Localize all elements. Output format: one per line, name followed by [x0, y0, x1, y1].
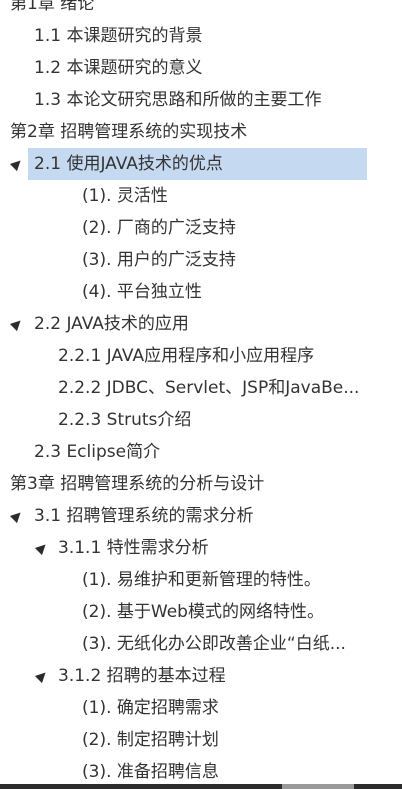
outline-item[interactable]: 2.2.3 Struts介绍 [0, 404, 402, 436]
outline-item[interactable]: 1.1 本课题研究的背景 [0, 20, 402, 52]
outline-item-label: 2.2.3 Struts介绍 [58, 410, 192, 430]
outline-item[interactable]: (3). 无纸化办公即改善企业“白纸... [0, 628, 402, 660]
outline-item-label: (1). 灵活性 [82, 186, 168, 206]
outline-item[interactable]: (2). 基于Web模式的网络特性。 [0, 596, 402, 628]
outline-item-label: 3.1.1 特性需求分析 [58, 538, 209, 558]
outline-item-label: (3). 用户的广泛支持 [82, 250, 236, 270]
outline-item-selected[interactable]: 2.1 使用JAVA技术的优点 [0, 148, 402, 180]
outline-item-label: 2.2.2 JDBC、Servlet、JSP和JavaBe... [58, 378, 360, 398]
outline-item[interactable]: 3.1.2 招聘的基本过程 [0, 660, 402, 692]
outline-item-label: 2.2.1 JAVA应用程序和小应用程序 [58, 346, 315, 366]
outline-item-label: (2). 厂商的广泛支持 [82, 218, 236, 238]
outline-item-label: 3.1 招聘管理系统的需求分析 [34, 506, 254, 526]
outline-item[interactable]: (1). 灵活性 [0, 180, 402, 212]
outline-item-label: 1.2 本课题研究的意义 [34, 58, 203, 78]
outline-item-label: 1.1 本课题研究的背景 [34, 26, 203, 46]
outline-item[interactable]: 2.2 JAVA技术的应用 [0, 308, 402, 340]
outline-item-label: 第1章 绪论 [10, 0, 95, 14]
outline-item-label: 1.3 本论文研究思路和所做的主要工作 [34, 90, 322, 110]
scrollbar-thumb[interactable] [282, 784, 354, 789]
outline-item[interactable]: (2). 厂商的广泛支持 [0, 212, 402, 244]
outline-item-label: (4). 平台独立性 [82, 282, 202, 302]
outline-item-label: 3.1.2 招聘的基本过程 [58, 666, 226, 686]
outline-item-label: (3). 无纸化办公即改善企业“白纸... [82, 634, 346, 654]
outline-item[interactable]: (2). 制定招聘计划 [0, 724, 402, 756]
scrollbar-track-left[interactable] [0, 784, 282, 789]
outline-item[interactable]: 2.2.2 JDBC、Servlet、JSP和JavaBe... [0, 372, 402, 404]
outline-item-label: 2.3 Eclipse简介 [34, 442, 161, 462]
outline-item-label: 第2章 招聘管理系统的实现技术 [10, 122, 248, 142]
outline-tree: 第1章 绪论 1.1 本课题研究的背景 1.2 本课题研究的意义 1.3 本论文研究思… [0, 0, 402, 788]
expand-caret-icon[interactable] [9, 316, 25, 332]
outline-item[interactable]: 1.3 本论文研究思路和所做的主要工作 [0, 84, 402, 116]
expand-caret-icon[interactable] [34, 668, 50, 684]
document-outline-pane: 第1章 绪论 1.1 本课题研究的背景 1.2 本课题研究的意义 1.3 本论文研究思… [0, 0, 402, 789]
outline-item[interactable]: (1). 确定招聘需求 [0, 692, 402, 724]
outline-item-label: (1). 易维护和更新管理的特性。 [82, 570, 321, 590]
outline-item[interactable]: 2.3 Eclipse简介 [0, 436, 402, 468]
expand-caret-icon[interactable] [9, 508, 25, 524]
outline-item-label: 第3章 招聘管理系统的分析与设计 [10, 474, 265, 494]
outline-item[interactable]: 3.1.1 特性需求分析 [0, 532, 402, 564]
outline-item-label: (2). 基于Web模式的网络特性。 [82, 602, 324, 622]
scrollbar-track-right[interactable] [354, 784, 402, 789]
expand-caret-icon[interactable] [34, 540, 50, 556]
outline-item-label: 2.1 使用JAVA技术的优点 [34, 154, 223, 174]
outline-item-label: (1). 确定招聘需求 [82, 698, 219, 718]
outline-item[interactable]: 第2章 招聘管理系统的实现技术 [0, 116, 402, 148]
outline-item[interactable]: 第3章 招聘管理系统的分析与设计 [0, 468, 402, 500]
outline-item[interactable]: (3). 用户的广泛支持 [0, 244, 402, 276]
outline-item[interactable]: 2.2.1 JAVA应用程序和小应用程序 [0, 340, 402, 372]
outline-item[interactable]: 1.2 本课题研究的意义 [0, 52, 402, 84]
expand-caret-icon[interactable] [9, 156, 25, 172]
outline-item[interactable]: 3.1 招聘管理系统的需求分析 [0, 500, 402, 532]
outline-item[interactable]: (1). 易维护和更新管理的特性。 [0, 564, 402, 596]
horizontal-scrollbar[interactable] [0, 784, 402, 789]
outline-item-label: (2). 制定招聘计划 [82, 730, 219, 750]
outline-item-label: 2.2 JAVA技术的应用 [34, 314, 189, 334]
outline-item[interactable]: 第1章 绪论 [0, 0, 402, 20]
outline-item[interactable]: (4). 平台独立性 [0, 276, 402, 308]
